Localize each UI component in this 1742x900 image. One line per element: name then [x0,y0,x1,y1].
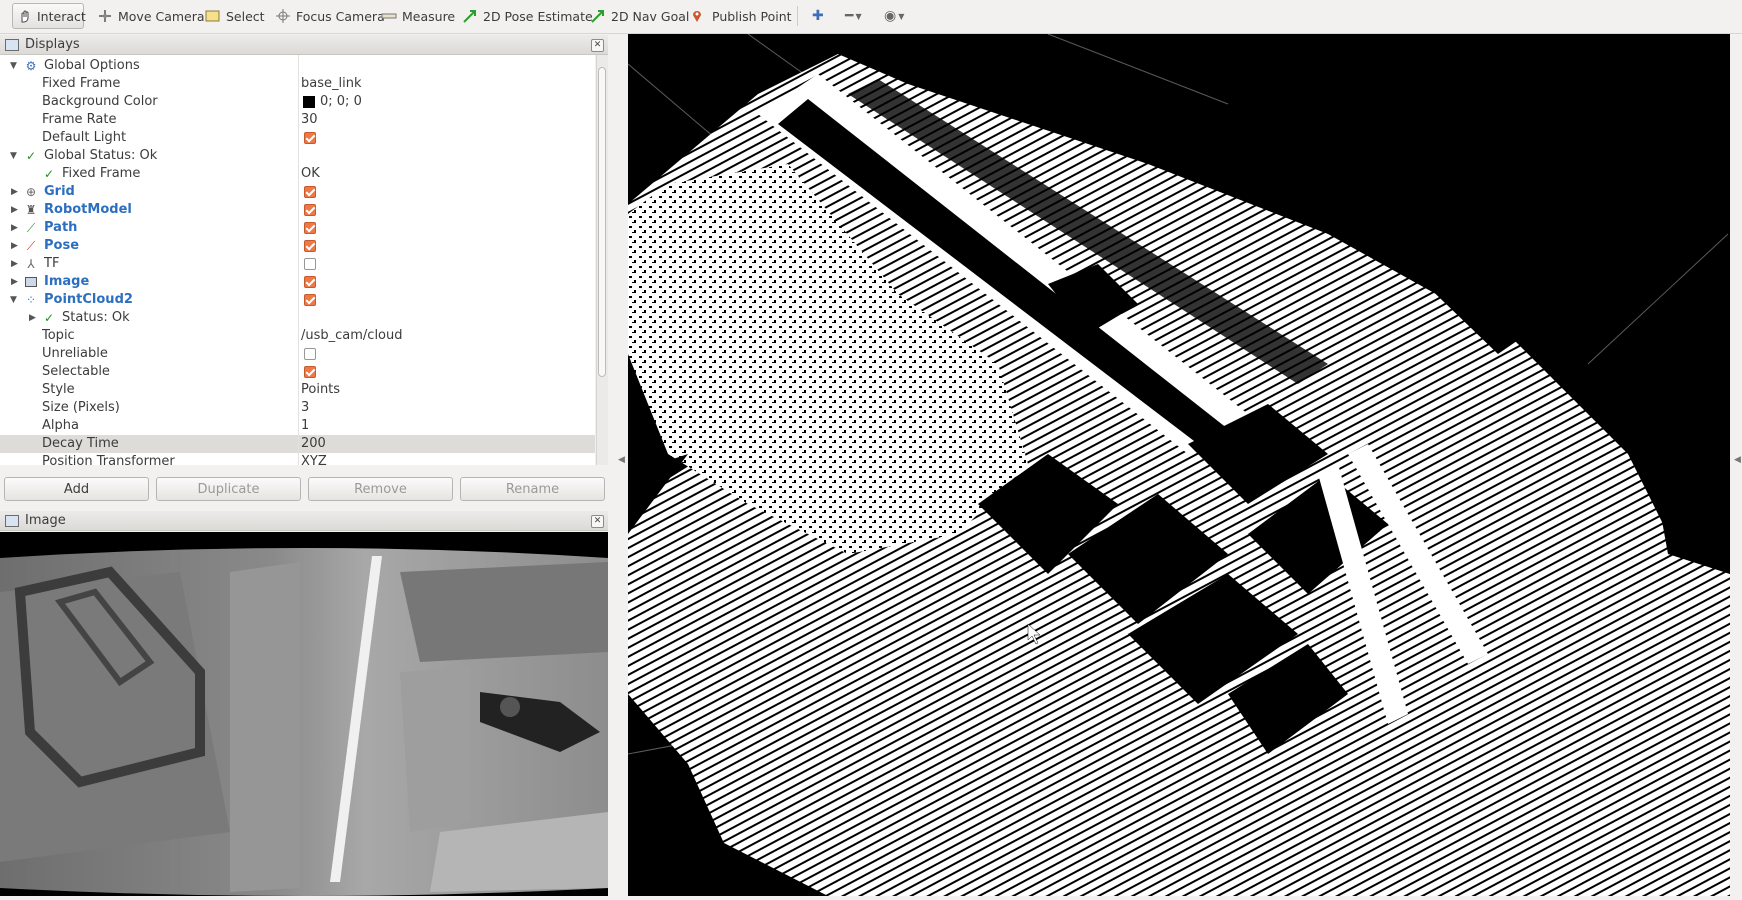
publish-point-button[interactable]: Publish Point [686,3,797,29]
nav-goal-button[interactable]: 2D Nav Goal [585,3,694,29]
close-icon[interactable]: ✕ [591,515,604,528]
expanded-arrow-icon[interactable]: ▼ [10,57,20,75]
collapsed-arrow-icon[interactable]: ▶ [11,237,21,255]
3d-viewport[interactable] [628,34,1730,896]
size-pixels-value[interactable]: 3 [301,399,309,417]
checkmark-icon: ✓ [25,149,37,163]
duplicate-button[interactable]: Duplicate [156,477,301,501]
pose-arrow-icon [462,9,478,23]
selectable-checkbox[interactable] [304,366,316,378]
expanded-arrow-icon[interactable]: ▼ [10,291,20,309]
checkmark-icon: ✓ [43,167,55,181]
default-light-checkbox[interactable] [304,132,316,144]
select-label: Select [226,8,265,24]
topic-value[interactable]: /usb_cam/cloud [301,327,403,345]
pointcloud-icon: ⁘ [25,293,37,307]
frame-rate-value[interactable]: 30 [301,111,318,129]
pose-estimate-button[interactable]: 2D Pose Estimate [457,3,598,29]
toolbar: Interact Move Camera Select Focus Camera… [0,0,1742,34]
collapsed-arrow-icon[interactable]: ▶ [11,219,21,237]
measure-button[interactable]: Measure [376,3,460,29]
publish-point-label: Publish Point [712,8,792,24]
color-swatch[interactable] [303,96,315,108]
nav-goal-label: 2D Nav Goal [611,8,690,24]
splitter-handle-right[interactable]: ◀ [1734,455,1741,471]
collapsed-arrow-icon[interactable]: ▶ [11,183,21,201]
displays-panel-title: Displays [25,37,80,52]
focus-camera-label: Focus Camera [296,8,385,24]
select-button[interactable]: Select [200,3,270,29]
tf-checkbox[interactable] [304,258,316,270]
collapsed-arrow-icon[interactable]: ▶ [29,309,39,327]
pointcloud-render [628,34,1730,896]
rename-button[interactable]: Rename [460,477,605,501]
expanded-arrow-icon[interactable]: ▼ [10,147,20,165]
collapsed-arrow-icon[interactable]: ▶ [11,201,21,219]
gear-icon: ⚙ [25,59,37,73]
measure-label: Measure [402,8,456,24]
image-panel-header: Image ✕ [0,511,608,531]
checkmark-icon: ✓ [43,311,55,325]
pose-checkbox[interactable] [304,240,316,252]
image-checkbox[interactable] [304,276,316,288]
move-camera-icon [97,9,113,23]
chevron-down-icon: ▼ [898,11,905,21]
grid-icon: ⊕ [25,185,37,199]
nav-goal-arrow-icon [590,9,606,23]
position-transformer-value[interactable]: XYZ [301,453,327,465]
move-camera-button[interactable]: Move Camera [92,3,210,29]
close-icon[interactable]: ✕ [591,39,604,52]
pose-estimate-label: 2D Pose Estimate [483,8,593,24]
interact-label: Interact [37,8,86,24]
path-icon: ⟋ [26,221,36,235]
add-button[interactable]: Add [4,477,149,501]
decay-time-value[interactable]: 200 [301,435,326,453]
column-divider [298,55,299,465]
select-icon [205,9,221,23]
minus-icon: ━ [845,8,854,24]
map-pin-icon [691,9,707,23]
view-dropdown[interactable]: ◉ ▼ [884,6,904,26]
focus-camera-icon [275,9,291,23]
focus-camera-button[interactable]: Focus Camera [270,3,390,29]
path-checkbox[interactable] [304,222,316,234]
measure-icon [381,9,397,23]
remove-tool-dropdown[interactable]: ━ ▼ [845,6,862,26]
style-value[interactable]: Points [301,381,340,399]
grid-checkbox[interactable] [304,186,316,198]
collapsed-arrow-icon[interactable]: ▶ [11,255,21,273]
camera-image [0,548,608,896]
monitor-icon [5,38,19,51]
interact-tool-button[interactable]: Interact [12,3,86,29]
axes-icon: ⅄ [27,257,35,271]
splitter-handle[interactable]: ◀ [618,455,625,471]
camera-image-view [0,532,608,896]
fixed-frame-value[interactable]: base_link [301,75,361,93]
image-panel-icon [5,514,19,527]
hand-icon [18,9,32,23]
image-icon [24,275,38,289]
eye-icon: ◉ [884,8,897,24]
background-color-value[interactable]: 0; 0; 0 [320,93,362,111]
image-panel-title: Image [25,513,66,528]
displays-scrollbar[interactable] [596,55,608,465]
unreliable-checkbox[interactable] [304,348,316,360]
robot-model-checkbox[interactable] [304,204,316,216]
alpha-value[interactable]: 1 [301,417,309,435]
collapsed-arrow-icon[interactable]: ▶ [11,273,21,291]
move-camera-label: Move Camera [118,8,205,24]
pointcloud2-checkbox[interactable] [304,294,316,306]
fixed-frame-status-value: OK [301,166,320,181]
chevron-down-icon: ▼ [855,11,862,21]
pose-icon: ⟋ [26,239,36,253]
plus-icon: ✚ [812,8,824,24]
displays-panel-header: Displays ✕ [0,35,608,55]
toolbar-separator [797,6,798,26]
robot-icon: ♜ [25,203,37,217]
scrollbar-thumb[interactable] [598,67,606,377]
add-tool-button[interactable]: ✚ [812,6,824,26]
remove-button[interactable]: Remove [308,477,453,501]
